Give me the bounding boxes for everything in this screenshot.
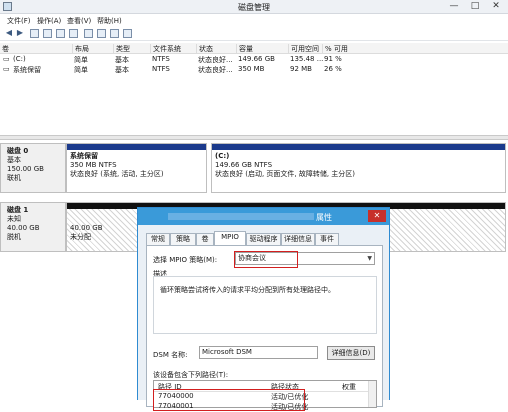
volume-drive-icon: ▭ [3, 55, 10, 63]
cell-status: 状态良好... [198, 66, 233, 74]
paths-label: 该设备包含下列路径(T): [153, 371, 229, 379]
col-volume[interactable]: 卷 [0, 44, 9, 54]
properties-icon[interactable] [43, 29, 52, 38]
disk-status: 脱机 [7, 233, 21, 241]
cell-status: 状态良好... [198, 56, 233, 64]
tab-driver[interactable]: 驱动程序 [246, 233, 281, 245]
cell-layout: 简单 [74, 66, 88, 74]
disk-size: 40.00 GB [7, 224, 40, 232]
cell-type: 基本 [115, 66, 129, 74]
tab-details[interactable]: 详细信息 [281, 233, 315, 245]
disk-type: 基本 [7, 156, 21, 164]
col-type[interactable]: 类型 [113, 44, 130, 54]
cell-volume: 系统保留 [13, 66, 41, 74]
paths-scrollbar[interactable] [368, 381, 376, 407]
cell-volume: (C:) [13, 55, 26, 63]
chevron-down-icon: ▼ [367, 255, 372, 262]
cell-percent: 26 % [324, 65, 342, 73]
description-text: 循环策略尝试将传入的请求平均分配到所有处理路径中。 [160, 286, 335, 294]
col-layout[interactable]: 布局 [72, 44, 89, 54]
dsm-value: Microsoft DSM [202, 348, 252, 356]
col-weight[interactable]: 权重 [342, 382, 356, 392]
col-percent-free[interactable]: % 可用 [322, 44, 348, 54]
properties-dialog: 属性 ✕ 常规 策略 卷 MPIO 驱动程序 详细信息 事件 选择 MPIO 策… [137, 207, 390, 411]
search-icon[interactable] [110, 29, 119, 38]
cell-free: 92 MB [290, 65, 312, 73]
back-arrow-icon[interactable]: ◀ [4, 28, 14, 38]
window-title: 磁盘管理 [238, 3, 270, 12]
partition-system-reserved[interactable]: 系统保留 350 MB NTFS 状态良好 (系统, 活动, 主分区) [66, 143, 207, 193]
highlight-box-paths [153, 389, 305, 411]
disk-1-label[interactable]: 磁盘 1 未知 40.00 GB 脱机 [0, 202, 66, 252]
dsm-label: DSM 名称: [153, 351, 188, 359]
tab-mpio[interactable]: MPIO [214, 231, 246, 245]
help-icon[interactable] [56, 29, 65, 38]
partition-size: 149.66 GB NTFS [215, 161, 273, 169]
title-bar: 磁盘管理 — □ ✕ [0, 0, 508, 14]
mpio-panel: 选择 MPIO 策略(M): 协商会议 ▼ 描述 循环策略尝试将传入的请求平均分… [146, 245, 383, 411]
disk-0-label[interactable]: 磁盘 0 基本 150.00 GB 联机 [0, 143, 66, 193]
highlight-box-policy [234, 251, 298, 268]
tab-general[interactable]: 常规 [146, 233, 170, 245]
partition-status: 状态良好 (启动, 页面文件, 故障转储, 主分区) [215, 170, 356, 178]
console-icon[interactable] [69, 29, 78, 38]
check-icon[interactable] [84, 29, 93, 38]
dialog-title: 属性 [316, 213, 332, 222]
col-filesystem[interactable]: 文件系统 [150, 44, 181, 54]
volume-table-header: 卷 布局 类型 文件系统 状态 容量 可用空间 % 可用 [0, 43, 508, 54]
menu-help[interactable]: 帮助(H) [97, 16, 122, 26]
folder-icon[interactable] [97, 29, 106, 38]
dsm-name-field: Microsoft DSM [199, 346, 318, 359]
partition-size: 350 MB NTFS [70, 161, 117, 169]
partition-status: 状态良好 (系统, 活动, 主分区) [70, 170, 164, 178]
policy-label: 选择 MPIO 策略(M): [153, 256, 218, 264]
forward-arrow-icon[interactable]: ▶ [15, 28, 25, 38]
cell-filesystem: NTFS [152, 65, 170, 73]
disk-name: 磁盘 0 [7, 147, 29, 155]
menu-bar: 文件(F) 操作(A) 查看(V) 帮助(H) [0, 14, 508, 26]
show-hide-console-tree-icon[interactable] [30, 29, 39, 38]
col-capacity[interactable]: 容量 [236, 44, 253, 54]
dialog-close-button[interactable]: ✕ [368, 210, 386, 222]
details-button[interactable]: 详细信息(D) [327, 346, 375, 360]
partition-name: 系统保留 [70, 152, 98, 160]
menu-file[interactable]: 文件(F) [7, 16, 31, 26]
close-window-button[interactable]: ✕ [486, 0, 506, 13]
partition-name: (C:) [215, 152, 230, 160]
cell-capacity: 149.66 GB [238, 55, 275, 63]
redacted-device-name [168, 213, 314, 220]
cell-percent: 91 % [324, 55, 342, 63]
disk-size: 150.00 GB [7, 165, 44, 173]
disk-type: 未知 [7, 215, 21, 223]
cell-capacity: 350 MB [238, 65, 265, 73]
tab-events[interactable]: 事件 [315, 233, 339, 245]
tab-volumes[interactable]: 卷 [196, 233, 214, 245]
view-list-icon[interactable] [123, 29, 132, 38]
disk-status: 联机 [7, 174, 21, 182]
minimize-button[interactable]: — [444, 0, 464, 13]
col-free-space[interactable]: 可用空间 [288, 44, 319, 54]
dialog-title-bar: 属性 ✕ [138, 208, 389, 225]
disk-name: 磁盘 1 [7, 206, 29, 214]
table-row[interactable]: ▭ (C:) 简单 基本 NTFS 状态良好... 149.66 GB 135.… [0, 55, 508, 65]
col-status[interactable]: 状态 [196, 44, 213, 54]
volume-drive-icon: ▭ [3, 65, 10, 73]
menu-view[interactable]: 查看(V) [67, 16, 91, 26]
table-row[interactable]: ▭ 系统保留 简单 基本 NTFS 状态良好... 350 MB 92 MB 2… [0, 65, 508, 75]
cell-type: 基本 [115, 56, 129, 64]
tab-policies[interactable]: 策略 [170, 233, 196, 245]
cell-filesystem: NTFS [152, 55, 170, 63]
cell-layout: 简单 [74, 56, 88, 64]
menu-action[interactable]: 操作(A) [37, 16, 61, 26]
partition-c[interactable]: (C:) 149.66 GB NTFS 状态良好 (启动, 页面文件, 故障转储… [211, 143, 506, 193]
maximize-button[interactable]: □ [465, 0, 485, 13]
toolbar: ◀ ▶ [0, 26, 508, 41]
pane-splitter[interactable] [0, 135, 508, 140]
description-group: 循环策略尝试将传入的请求平均分配到所有处理路径中。 [153, 276, 377, 334]
cell-free: 135.48 ... [290, 55, 324, 63]
